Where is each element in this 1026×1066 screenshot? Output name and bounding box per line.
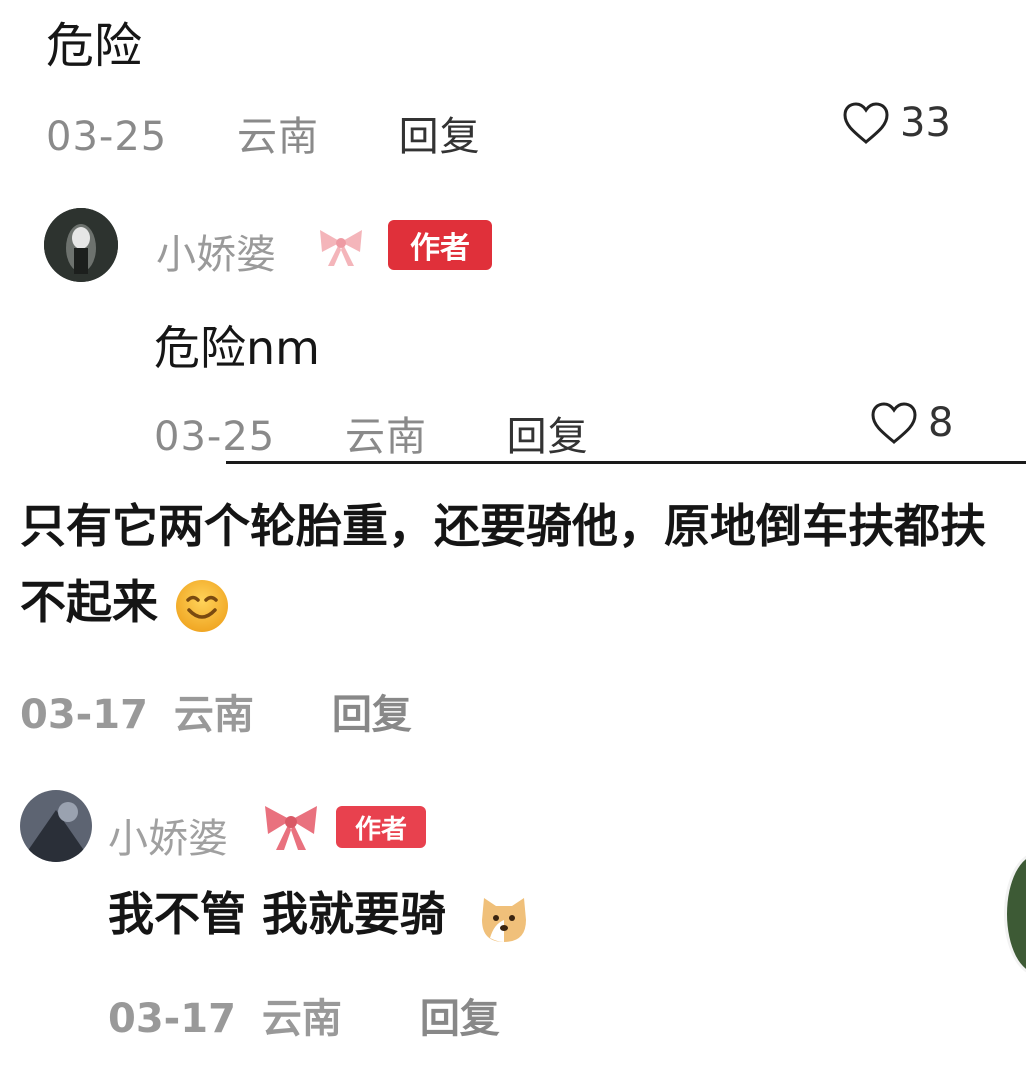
username[interactable]: 小娇婆 <box>156 222 276 280</box>
author-badge: 作者 <box>388 220 492 270</box>
like-button[interactable]: 33 <box>842 100 951 146</box>
comment-text: 只有它两个轮胎重，还要骑他，原地倒车扶都扶不起来 <box>20 488 990 640</box>
bow-icon <box>320 230 362 266</box>
comment-text: 危险 <box>46 18 143 74</box>
reply-button[interactable]: 回复 <box>507 414 589 460</box>
reply-location: 云南 <box>261 996 342 1042</box>
author-badge: 作者 <box>336 806 426 848</box>
reply-date: 03-17 <box>108 996 236 1042</box>
reply-button[interactable]: 回复 <box>399 114 481 160</box>
reply-button[interactable]: 回复 <box>420 996 500 1042</box>
smile-emoji <box>176 579 229 632</box>
edge-avatar-partial <box>1004 852 1026 976</box>
comment-meta: 03-25 云南 回复 <box>46 104 481 162</box>
divider <box>226 461 1026 464</box>
username[interactable]: 小娇婆 <box>108 806 228 864</box>
comment-location: 云南 <box>236 114 319 160</box>
like-count: 8 <box>928 400 954 446</box>
comment-meta: 03-17 云南 回复 <box>20 682 412 740</box>
bow-icon <box>265 806 317 850</box>
reply-date: 03-25 <box>154 414 276 460</box>
dog-emoji <box>482 897 527 942</box>
like-button[interactable]: 8 <box>870 400 953 446</box>
reply-text: 我不管 我就要骑 <box>108 876 532 952</box>
reply-button[interactable]: 回复 <box>332 692 412 738</box>
reply-location: 云南 <box>344 414 427 460</box>
comment-location: 云南 <box>173 692 254 738</box>
comment-date: 03-17 <box>20 692 148 738</box>
reply-meta: 03-25 云南 回复 <box>154 404 589 462</box>
comment-date: 03-25 <box>46 114 168 160</box>
reply-meta: 03-17 云南 回复 <box>108 986 500 1044</box>
like-count: 33 <box>900 100 951 146</box>
heart-icon <box>843 102 889 144</box>
avatar[interactable] <box>20 790 92 862</box>
reply-text: 危险nm <box>154 321 320 375</box>
heart-icon <box>871 402 917 444</box>
avatar[interactable] <box>44 208 118 282</box>
